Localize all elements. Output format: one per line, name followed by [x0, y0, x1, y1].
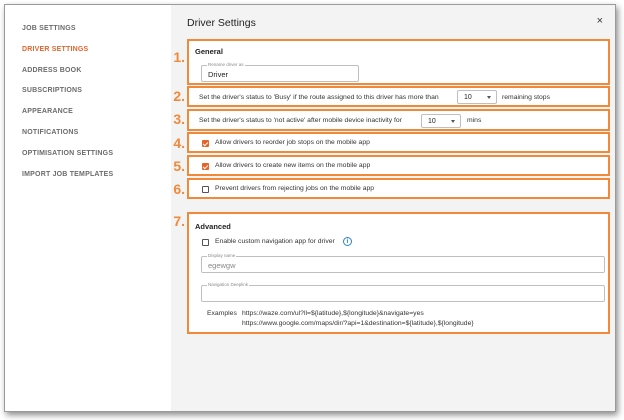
sidebar-item-subscriptions[interactable]: SUBSCRIPTIONS [22, 87, 82, 94]
create-items-row: Allow drivers to create new items on the… [187, 155, 610, 176]
prevent-reject-label: Prevent drivers from rejecting jobs on t… [215, 185, 375, 192]
inactivity-mins-select[interactable]: 10 [421, 114, 461, 128]
annotation-number-6: 6. [173, 181, 185, 197]
display-name-field[interactable]: Display name egewgw [201, 253, 605, 273]
example-url-google: https://www.google.com/maps/dir/?api=1&d… [242, 320, 474, 327]
driver-settings-panel: Driver Settings × 1. 2. 3. 4. 5. 6. 7. G… [171, 5, 615, 411]
reorder-checkbox[interactable] [202, 140, 209, 147]
busy-status-text: Set the driver's status to 'Busy' if the… [199, 94, 439, 101]
navigation-deeplink-field[interactable]: Navigation Deeplink [201, 282, 605, 302]
display-name-input[interactable]: egewgw [208, 261, 236, 270]
sidebar-item-optimisation-settings[interactable]: OPTIMISATION SETTINGS [22, 150, 113, 157]
sidebar-item-import-job-templates[interactable]: IMPORT JOB TEMPLATES [22, 171, 113, 178]
sidebar-item-notifications[interactable]: NOTIFICATIONS [22, 129, 79, 136]
annotation-number-5: 5. [173, 158, 185, 174]
rename-driver-field[interactable]: Rename driver as Driver [201, 62, 359, 82]
example-url-waze: https://waze.com/ul?ll=${latitude},${lon… [242, 310, 424, 317]
chevron-down-icon [487, 96, 491, 99]
prevent-reject-row: Prevent drivers from rejecting jobs on t… [187, 178, 610, 199]
create-items-checkbox[interactable] [202, 163, 209, 170]
custom-nav-label: Enable custom navigation app for driver [215, 238, 335, 245]
settings-sidebar: JOB SETTINGS DRIVER SETTINGS ADDRESS BOO… [5, 5, 173, 411]
general-section: General Rename driver as Driver [187, 39, 610, 85]
advanced-section: Advanced Enable custom navigation app fo… [187, 212, 610, 334]
annotation-number-4: 4. [173, 135, 185, 151]
sidebar-item-appearance[interactable]: APPEARANCE [22, 108, 73, 115]
close-button[interactable]: × [597, 16, 603, 27]
examples-label: Examples [207, 310, 237, 317]
custom-nav-checkbox[interactable] [202, 239, 209, 246]
inactivity-row: Set the driver's status to 'not active' … [187, 109, 610, 131]
annotation-number-7: 7. [173, 213, 185, 229]
remaining-stops-suffix: remaining stops [502, 94, 550, 101]
general-section-title: General [195, 47, 223, 56]
display-name-label: Display name [207, 253, 237, 258]
inactivity-mins-suffix: mins [467, 117, 482, 124]
remaining-stops-value: 10 [464, 94, 472, 101]
sidebar-item-job-settings[interactable]: JOB SETTINGS [22, 25, 76, 32]
settings-window: JOB SETTINGS DRIVER SETTINGS ADDRESS BOO… [4, 4, 616, 412]
advanced-section-title: Advanced [195, 222, 231, 231]
navigation-deeplink-label: Navigation Deeplink [207, 282, 250, 287]
sidebar-item-address-book[interactable]: ADDRESS BOOK [22, 67, 82, 74]
prevent-reject-checkbox[interactable] [202, 186, 209, 193]
annotation-number-3: 3. [173, 111, 185, 127]
annotation-number-2: 2. [173, 88, 185, 104]
info-icon[interactable]: i [343, 237, 352, 246]
inactivity-text: Set the driver's status to 'not active' … [199, 117, 402, 124]
page-title: Driver Settings [187, 17, 256, 29]
reorder-label: Allow drivers to reorder job stops on th… [215, 139, 370, 146]
rename-driver-input[interactable]: Driver [208, 70, 228, 79]
create-items-label: Allow drivers to create new items on the… [215, 162, 371, 169]
sidebar-item-driver-settings[interactable]: DRIVER SETTINGS [22, 46, 88, 53]
busy-status-row: Set the driver's status to 'Busy' if the… [187, 86, 610, 107]
rename-driver-label: Rename driver as [207, 62, 245, 67]
remaining-stops-select[interactable]: 10 [457, 90, 497, 104]
reorder-row: Allow drivers to reorder job stops on th… [187, 132, 610, 153]
chevron-down-icon [451, 120, 455, 123]
annotation-number-1: 1. [173, 49, 185, 65]
inactivity-mins-value: 10 [428, 118, 436, 125]
